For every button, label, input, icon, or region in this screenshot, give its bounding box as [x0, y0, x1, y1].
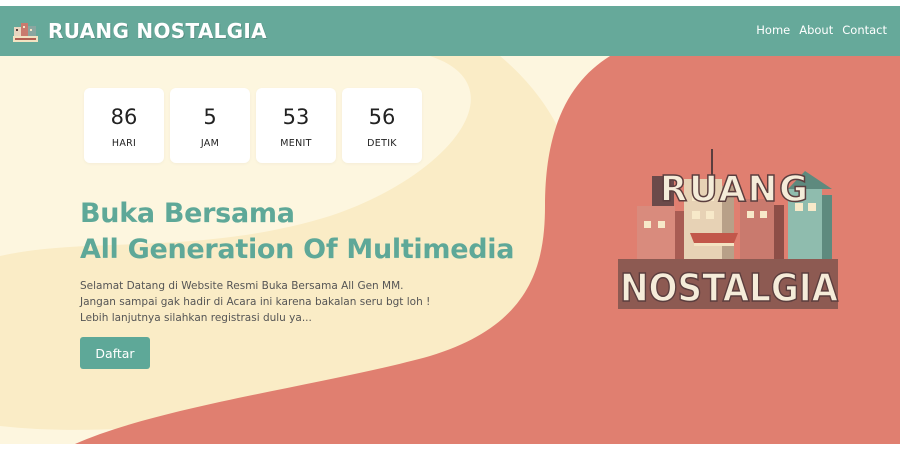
hero-desc-line-2: Jangan sampai gak hadir di Acara ini kar… [80, 296, 431, 308]
illustration-word-bottom: NOSTALGIA [620, 266, 839, 310]
countdown-hours-label: JAM [200, 138, 220, 149]
countdown-seconds-label: DETIK [367, 138, 397, 149]
building-right-side [774, 205, 784, 267]
countdown-minutes-value: 53 [282, 105, 310, 129]
countdown-seconds-value: 56 [368, 105, 396, 129]
countdown-days: 86 HARI [84, 88, 164, 163]
navbar: RUANG NOSTALGIA Home About Contact [0, 6, 900, 56]
building-left [637, 206, 675, 268]
hero-description: Selamat Datang di Website Resmi Buka Ber… [80, 278, 430, 326]
illustration-word-top: RUANG [660, 169, 810, 210]
hero-desc-line-3: Lebih lanjutnya silahkan registrasi dulu… [80, 312, 312, 324]
flag-icon [713, 149, 724, 158]
countdown-hours-value: 5 [203, 105, 217, 129]
nav-link-about[interactable]: About [799, 23, 833, 37]
countdown: 86 HARI 5 JAM 53 MENIT 56 DETIK [84, 88, 428, 163]
nav-link-contact[interactable]: Contact [842, 23, 887, 37]
countdown-days-label: HARI [111, 138, 137, 149]
hero-desc-line-1: Selamat Datang di Website Resmi Buka Ber… [80, 280, 404, 292]
hero-title-line-2: All Generation Of Multimedia [80, 234, 515, 265]
building-teal-side [822, 195, 832, 267]
countdown-minutes-label: MENIT [280, 138, 312, 149]
countdown-minutes: 53 MENIT [256, 88, 336, 163]
page-frame: RUANG NOSTALGIA Home About Contact 86 HA… [0, 6, 900, 444]
ruang-nostalgia-logo-icon [13, 23, 38, 42]
hero-title-line-1: Buka Bersama [80, 198, 295, 229]
countdown-days-value: 86 [110, 105, 138, 129]
brand-title: RUANG NOSTALGIA [48, 19, 267, 43]
shop-awning [690, 233, 738, 243]
brand[interactable]: RUANG NOSTALGIA [12, 16, 267, 46]
ruang-nostalgia-illustration: RUANG NOSTALGIA [618, 149, 839, 311]
nav-links: Home About Contact [747, 23, 887, 37]
nav-link-home[interactable]: Home [756, 23, 790, 37]
countdown-hours: 5 JAM [170, 88, 250, 163]
hero-title: Buka Bersama All Generation Of Multimedi… [80, 196, 514, 268]
countdown-seconds: 56 DETIK [342, 88, 422, 163]
daftar-button[interactable]: Daftar [80, 337, 150, 369]
